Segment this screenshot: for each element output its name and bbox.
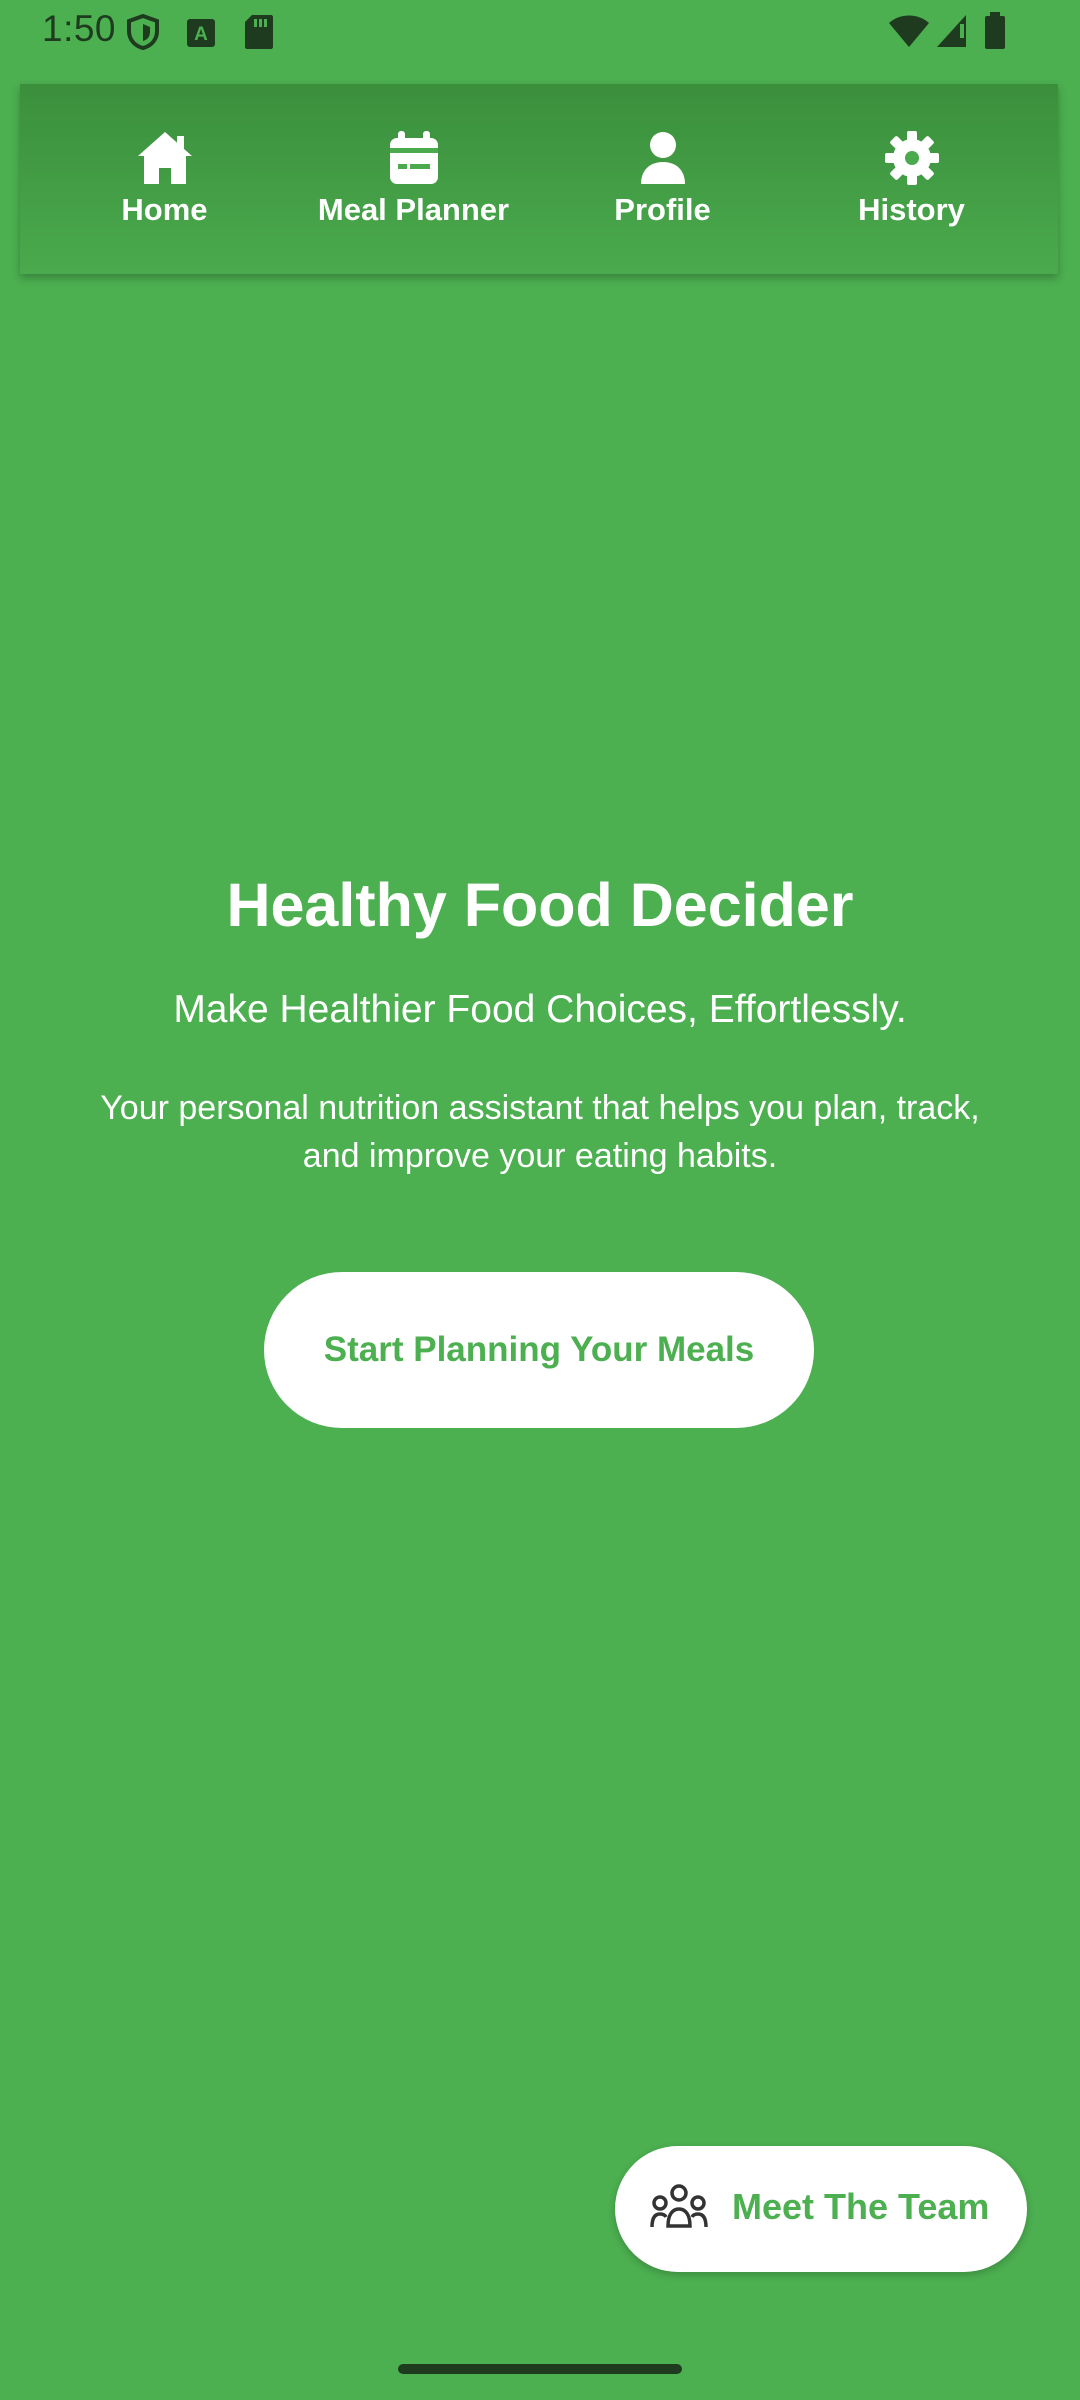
gesture-navigation-bar[interactable] xyxy=(398,2364,682,2374)
hero-description: Your personal nutrition assistant that h… xyxy=(100,1089,980,1175)
a-icon: A xyxy=(186,18,216,53)
nav-label-history: History xyxy=(858,192,965,227)
wifi-icon xyxy=(888,14,930,53)
team-icon xyxy=(649,2179,709,2239)
status-time: 1:50 xyxy=(42,8,117,49)
nav-item-meal-planner[interactable]: Meal Planner xyxy=(289,84,538,274)
nav-label-profile: Profile xyxy=(614,192,711,227)
person-icon xyxy=(633,128,693,188)
svg-text:A: A xyxy=(194,24,208,45)
page-title: Healthy Food Decider xyxy=(226,871,854,939)
battery-icon xyxy=(984,12,1006,55)
meet-the-team-label: Meet The Team xyxy=(732,2186,990,2227)
signal-icon xyxy=(936,14,968,53)
calendar-icon xyxy=(384,128,444,188)
nav-item-history[interactable]: History xyxy=(787,84,1036,274)
gear-icon xyxy=(882,128,942,188)
shield-icon xyxy=(126,13,160,55)
nav-item-home[interactable]: Home xyxy=(40,84,289,274)
nav-item-profile[interactable]: Profile xyxy=(538,84,787,274)
top-navigation: Home Meal Planner Profile History xyxy=(20,84,1058,274)
status-bar: 1:50 A xyxy=(0,0,1080,62)
meet-the-team-button[interactable]: Meet The Team xyxy=(615,2146,1027,2272)
sd-card-icon xyxy=(244,14,274,55)
hero-subtitle: Make Healthier Food Choices, Effortlessl… xyxy=(173,988,907,1031)
start-planning-button[interactable]: Start Planning Your Meals xyxy=(264,1272,814,1428)
nav-label-home: Home xyxy=(121,192,208,227)
home-icon xyxy=(135,128,195,188)
nav-label-meal-planner: Meal Planner xyxy=(317,192,510,227)
